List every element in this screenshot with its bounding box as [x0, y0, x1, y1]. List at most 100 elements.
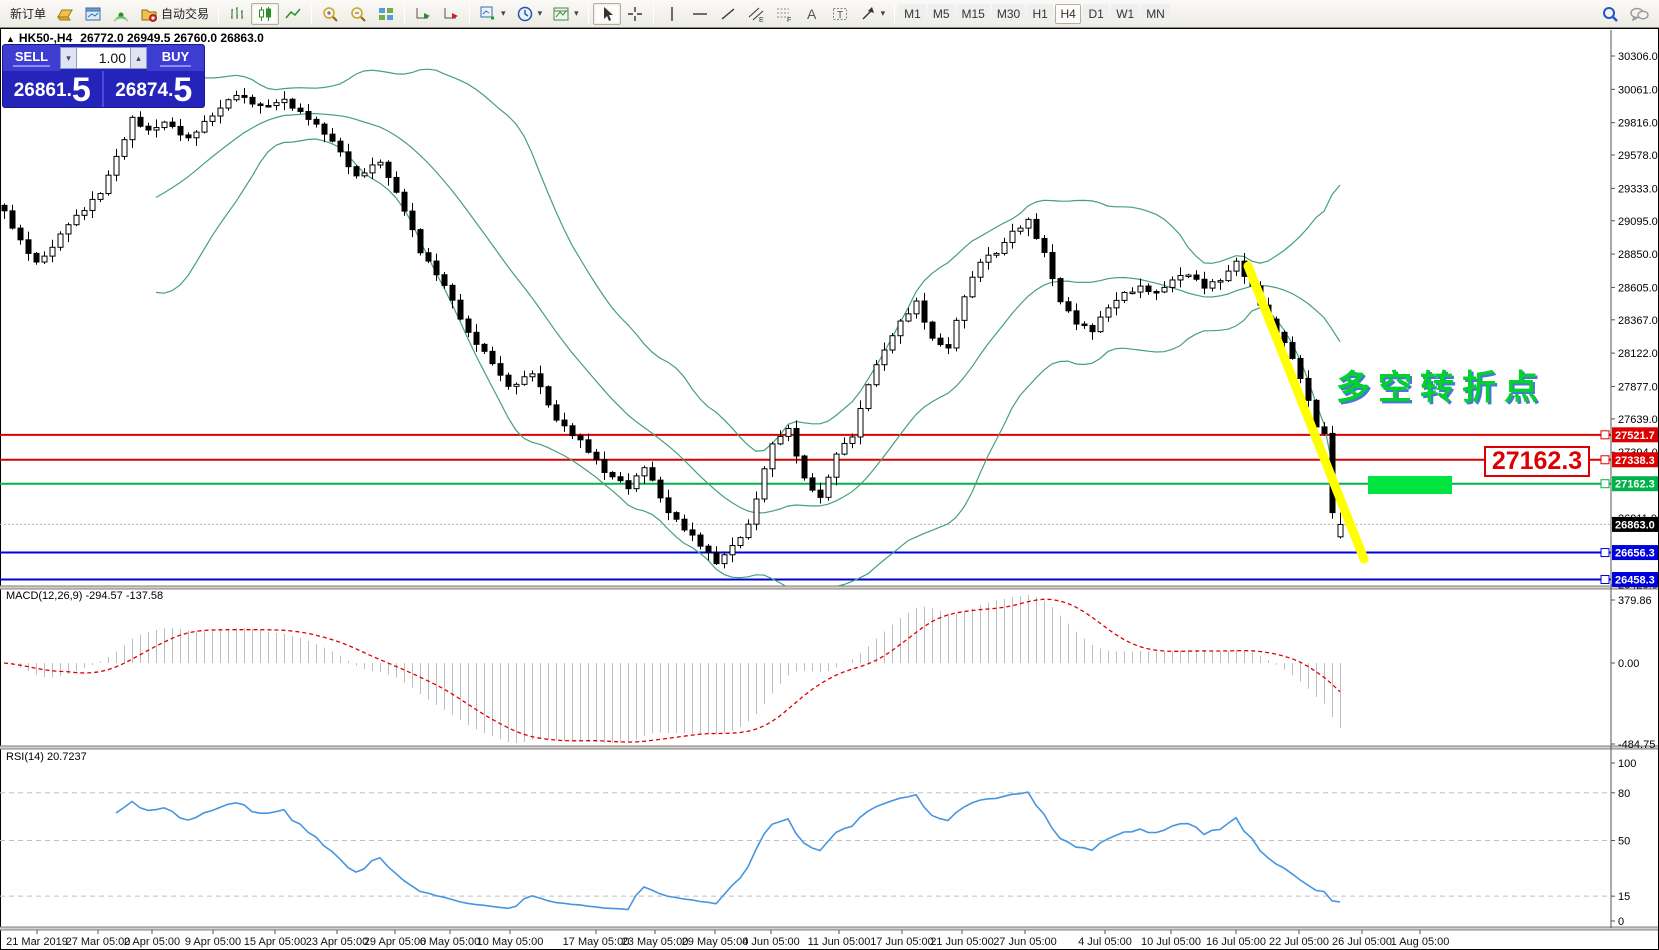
indicators-dropdown-caret: ▾ [501, 8, 506, 19]
zoom-out-button[interactable] [344, 3, 372, 25]
sell-price[interactable]: 26861.5 [3, 71, 104, 108]
auto-trading-button[interactable]: 自动交易 [135, 3, 214, 25]
toolbar-separator [311, 4, 312, 24]
time-axis-label: 16 Jul 05:00 [1206, 936, 1266, 948]
sell-price-main: 26861 [14, 76, 67, 106]
time-axis-label: 11 Jun 05:00 [808, 936, 871, 948]
price-axis-tick: 29816.0 [1618, 118, 1658, 130]
timeframe-M15[interactable]: M15 [957, 4, 990, 24]
clock-icon [516, 5, 534, 23]
buy-button[interactable]: BUY [147, 45, 204, 71]
time-axis-label: 29 Apr 05:00 [364, 936, 426, 948]
buy-button-label: BUY [160, 49, 191, 67]
zoom-in-button[interactable] [316, 3, 344, 25]
time-axis-label: 1 Aug 05:00 [1391, 936, 1450, 948]
new-order-button[interactable]: 新订单 [5, 3, 51, 25]
line-chart-icon [284, 5, 302, 23]
fibonacci-tool-button[interactable]: F [770, 3, 798, 25]
equidistant-channel-tool-button[interactable]: E [742, 3, 770, 25]
time-axis-label: 17 Jun 05:00 [870, 936, 934, 948]
timeframe-M1[interactable]: M1 [899, 4, 926, 24]
level-price-box[interactable]: 27162.3 [1484, 446, 1590, 477]
volume-increase-button[interactable]: ▴ [130, 47, 147, 69]
search-icon [1601, 5, 1619, 23]
line-anchor-square[interactable] [1601, 480, 1609, 488]
horizontal-line-tool-button[interactable] [686, 3, 714, 25]
indicators-button[interactable]: ▾ [474, 3, 511, 25]
collapse-icon[interactable]: ▲ [6, 34, 15, 44]
gold-ingot-icon[interactable] [51, 3, 79, 25]
time-axis-label: 22 Jul 05:00 [1269, 936, 1329, 948]
template-icon [552, 5, 570, 23]
timeframe-H4[interactable]: H4 [1055, 4, 1081, 24]
toolbar-separator [588, 4, 589, 24]
price-axis-tick: 28605.0 [1618, 282, 1658, 294]
price-tag-value: 26863.0 [1615, 519, 1655, 531]
time-axis-label: 27 Jun 05:00 [993, 936, 1057, 948]
line-anchor-square[interactable] [1601, 549, 1609, 557]
trendline-tool-button[interactable] [714, 3, 742, 25]
arrows-tool-button[interactable]: ▾ [854, 3, 891, 25]
chart-shift-button[interactable] [437, 3, 465, 25]
toolbar: 新订单 自动交易 ▾ ▾ [0, 0, 1659, 28]
volume-control: ▾ ▴ [60, 45, 147, 71]
price-axis-tick: 28122.0 [1618, 348, 1658, 360]
time-axis-label: 21 Jun 05:00 [930, 936, 994, 948]
volume-decrease-button[interactable]: ▾ [60, 47, 77, 69]
green-zone-rectangle[interactable] [1368, 476, 1452, 494]
cursor-tool-button[interactable] [593, 3, 621, 25]
candlestick-mode-button[interactable] [251, 3, 279, 25]
auto-trading-label: 自动交易 [161, 5, 209, 22]
periods-button[interactable]: ▾ [511, 3, 548, 25]
line-anchor-square[interactable] [1601, 456, 1609, 464]
line-anchor-square[interactable] [1601, 431, 1609, 439]
auto-scroll-button[interactable] [409, 3, 437, 25]
price-axis-tick: 30061.0 [1618, 84, 1658, 96]
volume-input[interactable] [77, 47, 130, 69]
price-tag-value: 27521.7 [1615, 430, 1655, 442]
ohlc-values: 26772.0 26949.5 26760.0 26863.0 [80, 31, 264, 45]
price-tag-value: 26458.3 [1615, 574, 1655, 586]
sell-button[interactable]: SELL [3, 45, 60, 71]
time-axis-label: 10 Jul 05:00 [1141, 936, 1201, 948]
time-axis-label: 9 Apr 05:00 [185, 936, 241, 948]
pivot-annotation-text[interactable]: 多空转折点 [1336, 360, 1546, 409]
timeframe-M30[interactable]: M30 [992, 4, 1025, 24]
buy-price[interactable]: 26874.5 [104, 71, 205, 108]
timeframe-MN[interactable]: MN [1141, 4, 1170, 24]
timeframe-group: M1M5M15M30H1H4D1W1MN [899, 4, 1170, 24]
text-tool-button[interactable]: A [798, 3, 826, 25]
vertical-line-tool-button[interactable] [658, 3, 686, 25]
text-label-tool-button[interactable]: T [826, 3, 854, 25]
buy-price-main: 26874 [115, 76, 168, 106]
search-button[interactable] [1596, 3, 1624, 25]
rsi-scale-label: 50 [1618, 836, 1630, 848]
chat-button[interactable] [1624, 3, 1654, 25]
timeframe-M5[interactable]: M5 [928, 4, 955, 24]
main-pane [0, 69, 1611, 588]
line-anchor-square[interactable] [1601, 575, 1609, 583]
price-axis-tick: 28367.0 [1618, 315, 1658, 327]
yellow-trendline[interactable] [1248, 266, 1364, 559]
bar-chart-mode-button[interactable] [223, 3, 251, 25]
market-watch-icon[interactable] [79, 3, 107, 25]
crosshair-tool-button[interactable] [621, 3, 649, 25]
templates-button[interactable]: ▾ [547, 3, 584, 25]
signals-icon[interactable] [107, 3, 135, 25]
price-axis-tick: 27877.0 [1618, 381, 1658, 393]
label-icon: T [831, 5, 849, 23]
time-axis-label: 2 Apr 05:00 [124, 936, 180, 948]
toolbar-separator [404, 4, 405, 24]
rsi-scale-label: 80 [1618, 788, 1630, 800]
chart-shift-icon [442, 5, 460, 23]
tile-windows-button[interactable] [372, 3, 400, 25]
line-chart-mode-button[interactable] [279, 3, 307, 25]
timeframe-D1[interactable]: D1 [1083, 4, 1109, 24]
timeframe-H1[interactable]: H1 [1027, 4, 1053, 24]
time-axis-label: 6 May 05:00 [420, 936, 481, 948]
timeframe-W1[interactable]: W1 [1111, 4, 1139, 24]
svg-text:E: E [759, 17, 764, 23]
price-tag-value: 27338.3 [1615, 455, 1655, 467]
price-axis-tick: 29095.0 [1618, 216, 1658, 228]
price-tag-value: 26656.3 [1615, 548, 1655, 560]
